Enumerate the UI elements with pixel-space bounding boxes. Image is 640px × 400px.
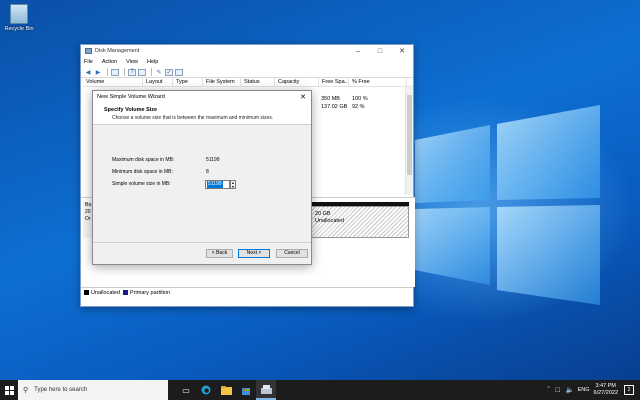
help-icon[interactable]: ?: [128, 68, 136, 76]
windows-start-icon: [4, 385, 14, 395]
edge-browser-icon[interactable]: [196, 380, 216, 400]
unallocated-label: Unallocated: [315, 218, 345, 224]
legend: Unallocated Primary partition: [81, 287, 413, 297]
taskbar: ⚲ Type here to search ▭ ˆ □ 🔈 ENG 3:47 P…: [0, 380, 640, 400]
disk-management-titlebar[interactable]: Disk Management – □ ✕: [81, 45, 413, 57]
table-row[interactable]: 137.02 GB 92 %: [317, 103, 413, 111]
notification-count: 2: [627, 387, 631, 393]
language-indicator[interactable]: ENG: [578, 387, 590, 393]
volume-size-value: 51199: [207, 181, 223, 188]
settings-icon[interactable]: ✎: [155, 69, 163, 76]
volume-size-stepper[interactable]: ▲ ▼: [230, 180, 236, 189]
store-bag-shape: [242, 388, 250, 395]
search-icon: ⚲: [23, 387, 29, 394]
column-capacity[interactable]: Capacity: [275, 78, 319, 86]
min-space-label: Minimum disk space in MB:: [112, 169, 173, 175]
window-title: Disk Management: [95, 48, 140, 54]
volume-size-label: Simple volume size in MB:: [112, 181, 171, 187]
disk-drive-shape: [260, 384, 272, 394]
wizard-subheading: Choose a volume size that is between the…: [112, 115, 274, 121]
column-volume[interactable]: Volume: [83, 78, 143, 86]
legend-swatch-unallocated: [84, 290, 89, 295]
column-free-space[interactable]: Free Spa...: [319, 78, 349, 86]
column-file-system[interactable]: File System: [203, 78, 241, 86]
chevron-up-icon[interactable]: ˆ: [547, 387, 549, 394]
unallocated-partition[interactable]: 20 GB Unallocated: [311, 206, 409, 238]
forward-arrow-icon[interactable]: ▶: [94, 69, 102, 76]
close-button[interactable]: ✕: [391, 45, 413, 57]
new-simple-volume-wizard: New Simple Volume Wizard ✕ Specify Volum…: [92, 90, 312, 265]
disk-management-app-icon: [85, 48, 92, 54]
menu-bar: File Action View Help: [81, 57, 413, 67]
legend-unallocated: Unallocated: [91, 289, 121, 296]
percent-free-cell: 92 %: [352, 104, 365, 110]
column-status[interactable]: Status: [241, 78, 275, 86]
table-row[interactable]: 350 MB 100 %: [317, 95, 413, 103]
menu-file[interactable]: File: [84, 59, 93, 65]
checklist-icon[interactable]: ✓: [165, 68, 173, 76]
recycle-bin[interactable]: Recycle Bin: [2, 4, 36, 32]
toolbar-separator: [124, 68, 125, 76]
percent-free-cell: 100 %: [352, 96, 368, 102]
search-placeholder: Type here to search: [34, 387, 88, 393]
recycle-bin-label: Recycle Bin: [4, 26, 34, 32]
taskbar-search-box[interactable]: ⚲ Type here to search: [18, 380, 168, 400]
volume-rows: 350 MB 100 % 137.02 GB 92 %: [317, 95, 413, 111]
legend-swatch-primary: [123, 290, 129, 295]
column-type[interactable]: Type: [173, 78, 203, 86]
menu-action[interactable]: Action: [102, 59, 117, 65]
maximize-button[interactable]: □: [369, 45, 391, 57]
wizard-heading: Specify Volume Size: [104, 107, 158, 113]
wizard-footer: < Back Next > Cancel: [93, 242, 311, 264]
min-space-value: 8: [206, 169, 209, 175]
toolbar-separator: [151, 68, 152, 76]
network-icon[interactable]: □: [556, 387, 560, 394]
wizard-close-button[interactable]: ✕: [295, 93, 311, 101]
scrollbar-thumb[interactable]: [407, 95, 412, 175]
show-hide-tree-icon[interactable]: [111, 68, 119, 76]
max-space-value: 51199: [206, 157, 220, 163]
wizard-title: New Simple Volume Wizard: [97, 94, 165, 100]
store-icon[interactable]: [236, 380, 256, 400]
start-button[interactable]: [0, 380, 18, 400]
toolbar-separator: [107, 68, 108, 76]
clock-date: 6/27/2022: [593, 390, 618, 396]
back-arrow-icon[interactable]: ◀: [84, 69, 92, 76]
windows-logo-wallpaper: [415, 105, 600, 305]
file-explorer-icon[interactable]: [216, 380, 236, 400]
cancel-button[interactable]: Cancel: [276, 249, 308, 258]
unallocated-size: 20 GB: [315, 211, 331, 217]
max-space-label: Maximum disk space in MB:: [112, 157, 175, 163]
clock[interactable]: 3:47 PM 6/27/2022: [594, 383, 618, 397]
folder-shape: [220, 385, 232, 395]
volume-size-input[interactable]: 51199: [205, 180, 230, 189]
column-percent-free[interactable]: % Free: [349, 78, 407, 86]
free-space-cell: 350 MB: [321, 96, 340, 102]
volume-icon[interactable]: 🔈: [566, 386, 575, 394]
menu-help[interactable]: Help: [147, 59, 158, 65]
task-view-icon[interactable]: ▭: [176, 380, 196, 400]
wizard-header: Specify Volume Size Choose a volume size…: [93, 103, 311, 125]
next-button[interactable]: Next >: [238, 249, 270, 258]
minimize-button[interactable]: –: [347, 45, 369, 57]
properties-icon[interactable]: [138, 68, 146, 76]
notification-center-button[interactable]: 2: [624, 385, 634, 395]
menu-view[interactable]: View: [126, 59, 138, 65]
desktop: Recycle Bin Disk Management – □ ✕ File A…: [0, 0, 640, 380]
column-layout[interactable]: Layout: [143, 78, 173, 86]
back-button[interactable]: < Back: [206, 249, 233, 258]
clock-time: 3:47 PM: [595, 383, 616, 389]
disk-management-taskbar-icon[interactable]: [256, 380, 276, 400]
view-icon[interactable]: [175, 68, 183, 76]
free-space-cell: 137.02 GB: [321, 104, 348, 110]
edge-logo: [201, 385, 211, 395]
system-tray: ˆ □ 🔈 ENG 3:47 PM 6/27/2022 2: [544, 380, 640, 400]
legend-primary: Primary partition: [130, 289, 171, 296]
toolbar: ◀ ▶ ? ✎ ✓: [81, 67, 413, 78]
vertical-scrollbar[interactable]: [405, 85, 413, 195]
recycle-bin-icon: [10, 4, 28, 24]
volume-list-header: Volume Layout Type File System Status Ca…: [83, 78, 413, 87]
wizard-titlebar[interactable]: New Simple Volume Wizard ✕: [93, 91, 311, 103]
